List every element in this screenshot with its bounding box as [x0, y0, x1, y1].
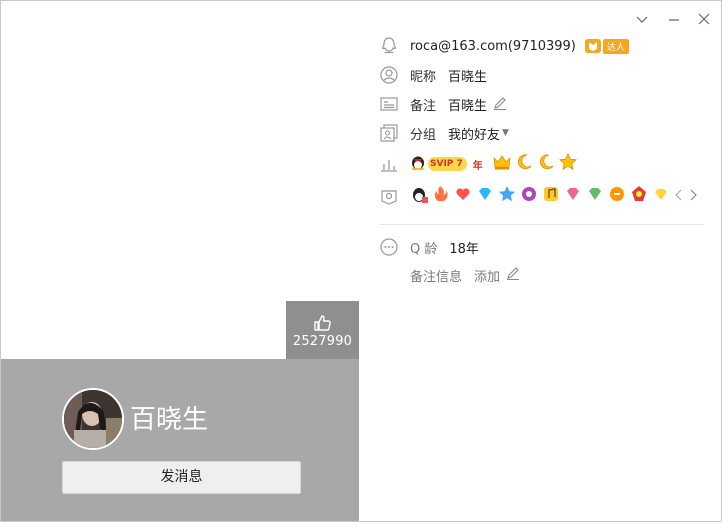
qage-row: Q 龄 18年 [379, 235, 479, 259]
fire-badge-icon[interactable] [432, 185, 450, 207]
pink-badge-icon[interactable] [564, 185, 582, 207]
dropdown-icon: ▼ [502, 128, 509, 138]
nickname-value: 百晓生 [448, 69, 488, 85]
moon-icon[interactable] [515, 153, 533, 175]
profile-window: 2527990 百晓生 发消息 roca@163.com(9710399) 达人… [0, 0, 722, 522]
add-remark-info-link[interactable]: 添加 [474, 266, 520, 285]
chevron-right-icon [690, 189, 697, 200]
pencil-icon [506, 266, 520, 284]
close-button[interactable] [696, 11, 712, 27]
avatar-image [64, 390, 122, 448]
vip-penguin-icon[interactable] [410, 154, 426, 174]
next-badges-button[interactable] [688, 187, 698, 206]
qage-label: Q 龄 [410, 241, 438, 257]
badges-row [379, 184, 702, 208]
chevron-down-icon [636, 16, 648, 23]
group-icon [379, 123, 399, 143]
remark-label: 备注 [410, 98, 437, 114]
green-badge-icon[interactable] [586, 185, 604, 207]
minimize-button[interactable] [666, 11, 682, 27]
account-row: roca@163.com(9710399) 达人 [379, 34, 629, 58]
svip-badge[interactable]: SVIP 7 [428, 157, 467, 171]
thumbs-up-icon [314, 315, 331, 331]
diamond-badge-icon[interactable] [476, 185, 494, 207]
card-info-area [1, 359, 359, 521]
pencil-icon [494, 96, 507, 110]
display-name: 百晓生 [130, 405, 209, 435]
moon-icon[interactable] [537, 153, 555, 175]
dropdown-menu-button[interactable] [634, 11, 650, 27]
vip-row: SVIP 7 年 [379, 152, 581, 176]
red-badge-icon[interactable] [630, 185, 648, 207]
chevron-left-icon [675, 189, 682, 200]
profile-card-panel: 2527990 百晓生 发消息 [1, 1, 359, 521]
group-value: 我的好友 [448, 127, 501, 143]
person-icon [379, 65, 399, 85]
level-chart-icon [379, 154, 399, 174]
add-remark-info-label: 添加 [474, 269, 501, 285]
qage-value: 18年 [449, 241, 479, 257]
svip-level: SVIP 7 [430, 159, 463, 169]
yellow-diamond-badge-icon[interactable] [652, 185, 670, 207]
badge-icon [379, 186, 399, 206]
group-row: 分组 我的好友 ▼ [379, 121, 509, 145]
svip-years: 年 [472, 160, 483, 172]
star-icon[interactable] [558, 153, 577, 175]
remark-info-row: 备注信息 添加 [410, 263, 520, 287]
like-button[interactable]: 2527990 [286, 301, 359, 359]
prev-badges-button[interactable] [674, 187, 684, 206]
edit-remark-button[interactable] [493, 95, 507, 114]
remark-info-label: 备注信息 [410, 269, 463, 285]
id-card-icon [379, 94, 399, 114]
send-message-button[interactable]: 发消息 [62, 461, 301, 494]
minimize-icon [669, 19, 679, 21]
avatar[interactable] [62, 388, 124, 450]
music-badge-icon[interactable] [542, 185, 560, 207]
nickname-label: 昵称 [410, 69, 437, 85]
section-divider [379, 224, 703, 225]
daren-badge-label: 达人 [602, 38, 629, 54]
orange-badge-icon[interactable] [608, 185, 626, 207]
purple-badge-icon[interactable] [520, 185, 538, 207]
daren-badge[interactable]: 达人 [584, 38, 629, 54]
like-count: 2527990 [292, 334, 353, 349]
qq-penguin-badge-icon[interactable] [410, 185, 428, 207]
crown-icon[interactable] [493, 154, 511, 174]
close-icon [698, 13, 710, 25]
remark-value: 百晓生 [448, 98, 488, 114]
daren-icon [584, 39, 601, 53]
group-label: 分组 [410, 127, 437, 143]
qq-penguin-icon [379, 36, 399, 56]
remark-row: 备注 百晓生 [379, 92, 507, 116]
group-select[interactable]: 我的好友 ▼ [448, 124, 509, 143]
nickname-row: 昵称 百晓生 [379, 63, 487, 87]
heart-badge-icon[interactable] [454, 185, 472, 207]
blue-star-badge-icon[interactable] [498, 185, 516, 207]
more-dots-icon [379, 237, 399, 257]
account-email: roca@163.com(9710399) [410, 38, 576, 54]
